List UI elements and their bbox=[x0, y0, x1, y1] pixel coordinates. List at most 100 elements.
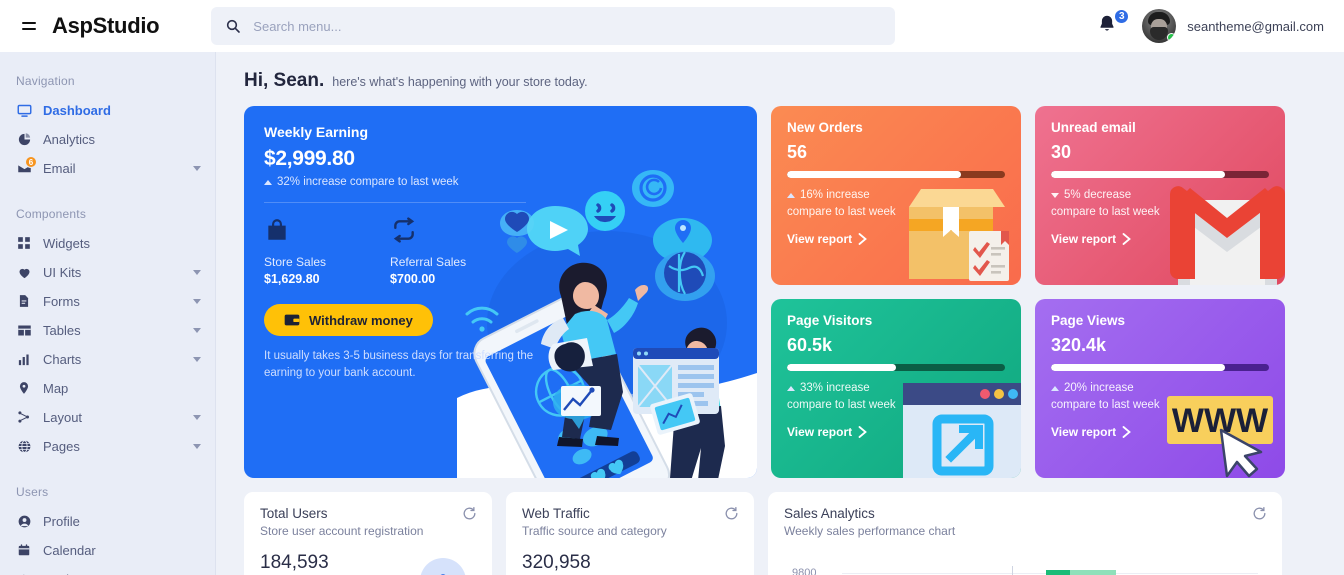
hamburger-icon[interactable] bbox=[16, 13, 42, 39]
refresh-icon[interactable] bbox=[1252, 506, 1267, 524]
chevron-down-icon bbox=[193, 414, 201, 420]
sidebar: Navigation Dashboard Analytics 6 Email C… bbox=[0, 52, 216, 575]
delta-line-2: compare to last week bbox=[787, 205, 896, 218]
sidebar-heading-components: Components bbox=[16, 207, 87, 221]
weekly-earning-card: Weekly Earning $2,999.80 32% increase co… bbox=[244, 106, 757, 478]
view-report-label: View report bbox=[1051, 425, 1117, 440]
unread-email-card: Unread email 30 5% decrease compare to l… bbox=[1035, 106, 1285, 285]
refresh-exchange-icon bbox=[390, 217, 466, 246]
stat-card-value: 320.4k bbox=[1051, 335, 1107, 355]
dashboard-bottom-grid: Total Users Store user account registrat… bbox=[244, 492, 1308, 575]
sidebar-item-ui-kits[interactable]: UI Kits bbox=[0, 258, 215, 286]
chart-bar-primary bbox=[1046, 570, 1070, 575]
sidebar-item-dashboard[interactable]: Dashboard bbox=[0, 96, 215, 124]
delta-line-1: 33% increase bbox=[800, 382, 870, 394]
stat-card-title: Page Visitors bbox=[787, 313, 873, 328]
total-users-panel: Total Users Store user account registrat… bbox=[244, 492, 492, 575]
sales-analytics-panel: Sales Analytics Weekly sales performance… bbox=[768, 492, 1282, 575]
refresh-icon[interactable] bbox=[724, 506, 739, 524]
view-report-link[interactable]: View report bbox=[1051, 425, 1132, 440]
new-orders-card: New Orders 56 16% increase compare to la… bbox=[771, 106, 1021, 285]
map-pin-icon bbox=[16, 380, 32, 396]
heart-icon bbox=[16, 264, 32, 280]
sidebar-item-settings[interactable]: Settings bbox=[0, 565, 215, 575]
weekly-earning-delta: 32% increase compare to last week bbox=[264, 176, 524, 188]
user-menu[interactable]: seantheme@gmail.com bbox=[1142, 9, 1324, 43]
sidebar-item-label: Widgets bbox=[43, 235, 90, 251]
sidebar-item-label: Profile bbox=[43, 513, 80, 529]
brand-logo[interactable]: AspStudio bbox=[52, 13, 160, 39]
chevron-right-icon bbox=[858, 426, 868, 439]
stat-column-2: Unread email 30 5% decrease compare to l… bbox=[1035, 106, 1285, 478]
view-report-label: View report bbox=[787, 425, 853, 440]
store-sales-value: $1,629.80 bbox=[264, 272, 320, 286]
chevron-down-icon bbox=[193, 443, 201, 449]
search-icon bbox=[227, 19, 241, 33]
chart-bar-secondary bbox=[1070, 570, 1116, 575]
referral-sales-label: Referral Sales bbox=[390, 255, 467, 269]
avatar bbox=[1142, 9, 1177, 43]
weekly-earning-stats: Store Sales $1,629.80 Referral Sales $70… bbox=[264, 217, 524, 286]
arrow-up-icon bbox=[1051, 385, 1059, 391]
sidebar-item-label: Dashboard bbox=[43, 102, 111, 118]
sitemap-icon bbox=[16, 409, 32, 425]
sidebar-item-label: Analytics bbox=[43, 131, 96, 147]
form-icon bbox=[16, 293, 32, 309]
view-report-link[interactable]: View report bbox=[1051, 232, 1132, 246]
body-row: Navigation Dashboard Analytics 6 Email C… bbox=[0, 52, 1344, 575]
sidebar-item-label: Layout bbox=[43, 409, 83, 425]
progress-fill bbox=[787, 171, 962, 178]
stat-card-delta: 33% increase compare to last week bbox=[787, 380, 1005, 413]
online-status-dot bbox=[1167, 33, 1177, 42]
weekly-earning-content: Weekly Earning $2,999.80 32% increase co… bbox=[244, 106, 544, 381]
sidebar-item-analytics[interactable]: Analytics bbox=[0, 125, 215, 153]
withdraw-money-button[interactable]: Withdraw money bbox=[264, 304, 433, 336]
sidebar-item-pages[interactable]: Pages bbox=[0, 432, 215, 460]
pie-chart-icon bbox=[16, 131, 32, 147]
search-bar[interactable] bbox=[211, 7, 896, 45]
progress-bar bbox=[787, 171, 1005, 178]
panel-number: 320,958 bbox=[522, 552, 591, 573]
shopping-bag-icon bbox=[264, 217, 326, 246]
panel-subtitle: Store user account registration bbox=[260, 524, 424, 538]
sidebar-item-map[interactable]: Map bbox=[0, 374, 215, 402]
stat-card-value: 60.5k bbox=[787, 335, 833, 355]
sidebar-item-calendar[interactable]: Calendar bbox=[0, 536, 215, 564]
web-traffic-panel: Web Traffic Traffic source and category … bbox=[506, 492, 754, 575]
sidebar-item-layout[interactable]: Layout bbox=[0, 403, 215, 431]
sidebar-item-profile[interactable]: Profile bbox=[0, 507, 215, 535]
panel-title: Web Traffic bbox=[522, 506, 590, 521]
sidebar-heading-navigation: Navigation bbox=[16, 74, 75, 88]
refresh-icon[interactable] bbox=[462, 506, 477, 524]
divider bbox=[264, 202, 526, 203]
delta-line-1: 20% increase bbox=[1064, 382, 1134, 394]
sidebar-item-widgets[interactable]: Widgets bbox=[0, 229, 215, 257]
stat-card-title: Unread email bbox=[1051, 120, 1136, 135]
arrow-up-icon bbox=[264, 179, 272, 185]
notifications-button[interactable]: 3 bbox=[1096, 8, 1131, 40]
sidebar-item-forms[interactable]: Forms bbox=[0, 287, 215, 315]
sidebar-item-label: Forms bbox=[43, 293, 80, 309]
greeting-title: Hi, Sean. bbox=[244, 70, 325, 91]
sidebar-item-charts[interactable]: Charts bbox=[0, 345, 215, 373]
arrow-up-icon bbox=[787, 192, 795, 198]
table-icon bbox=[16, 322, 32, 338]
referral-sales-stat: Referral Sales $700.00 bbox=[390, 217, 466, 286]
user-email: seantheme@gmail.com bbox=[1187, 18, 1324, 34]
sidebar-item-email[interactable]: 6 Email bbox=[0, 154, 215, 182]
arrow-up-icon bbox=[787, 385, 795, 391]
view-report-link[interactable]: View report bbox=[787, 425, 868, 440]
weekly-earning-delta-text: 32% increase compare to last week bbox=[277, 176, 459, 188]
withdraw-money-label: Withdraw money bbox=[309, 312, 413, 328]
search-input[interactable] bbox=[253, 18, 882, 34]
gear-icon bbox=[16, 571, 32, 575]
sidebar-item-tables[interactable]: Tables bbox=[0, 316, 215, 344]
stat-card-title: New Orders bbox=[787, 120, 863, 135]
sidebar-item-label: Map bbox=[43, 380, 69, 396]
chart-x-tick bbox=[1012, 566, 1013, 575]
store-sales-label: Store Sales bbox=[264, 255, 327, 269]
stat-card-delta: 16% increase compare to last week bbox=[787, 187, 1005, 220]
chevron-right-icon bbox=[1122, 426, 1132, 439]
view-report-link[interactable]: View report bbox=[787, 232, 868, 246]
user-circle-icon bbox=[16, 513, 32, 529]
